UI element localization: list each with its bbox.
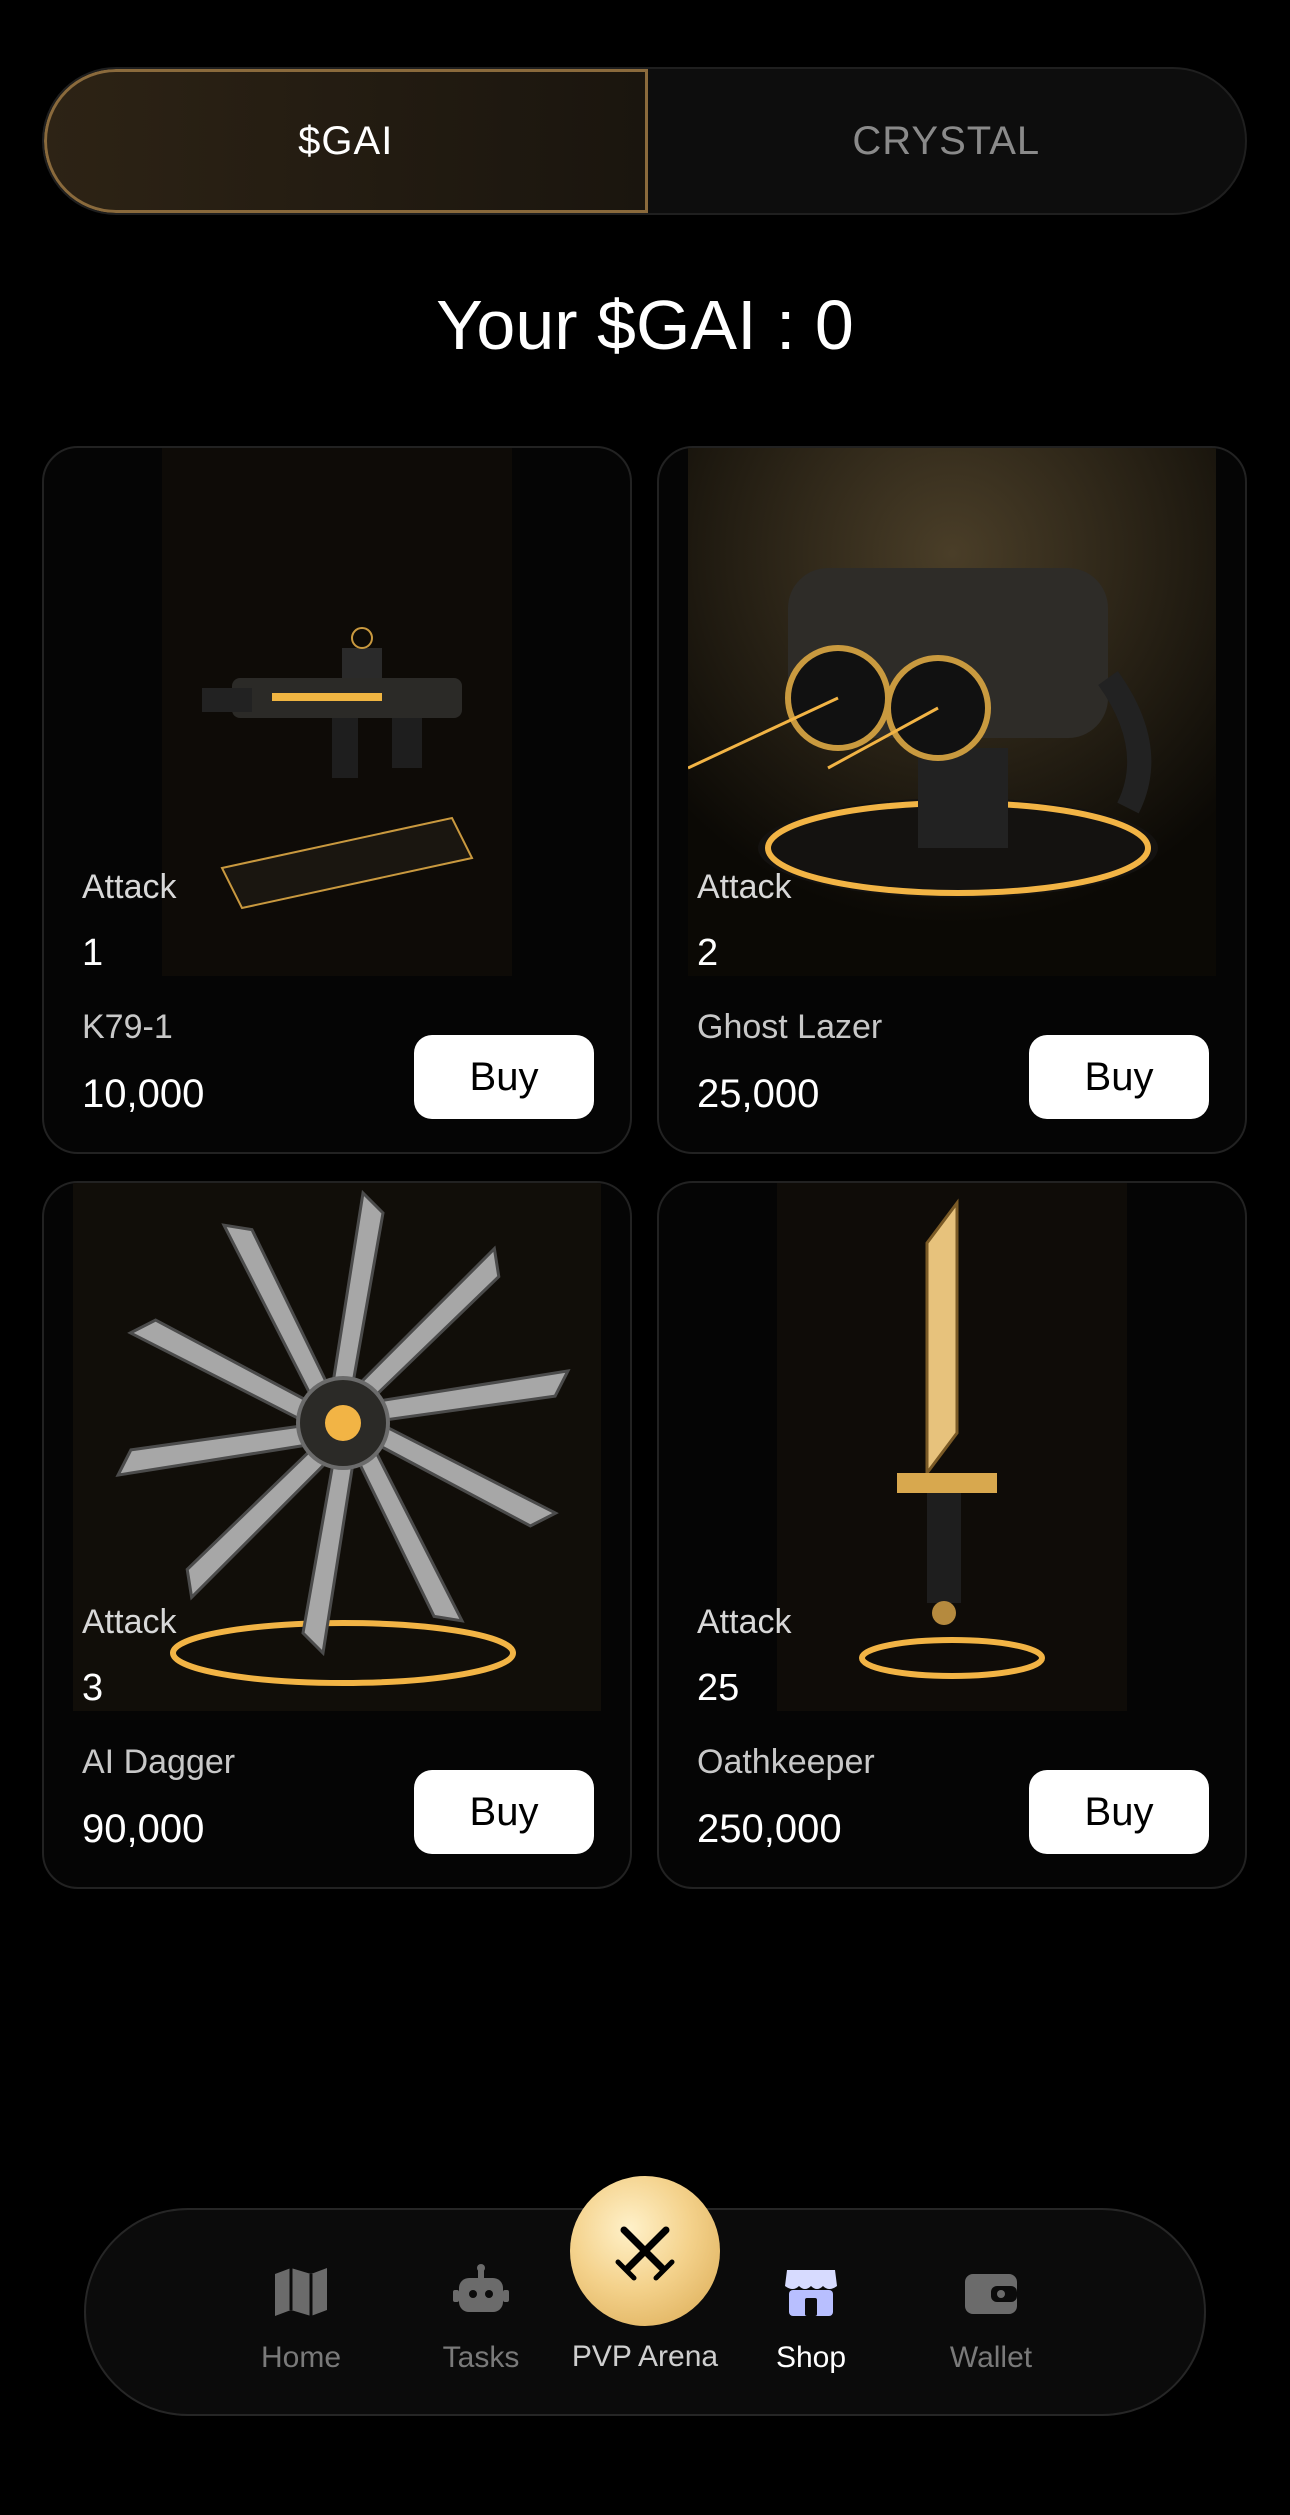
stat-label: Attack bbox=[697, 868, 792, 906]
store-icon bbox=[785, 2270, 837, 2316]
map-icon bbox=[275, 2268, 327, 2316]
tab-gai[interactable]: $GAI bbox=[44, 69, 648, 213]
buy-button[interactable]: Buy bbox=[1029, 1035, 1209, 1119]
nav-label: Wallet bbox=[949, 2341, 1033, 2374]
stat-label: Attack bbox=[82, 868, 177, 906]
shop-item-card: Attack 3 AI Dagger 90,000 Buy bbox=[42, 1181, 632, 1889]
stat-value: 25 bbox=[697, 1667, 740, 1709]
currency-tabs: $GAI CRYSTAL bbox=[42, 67, 1247, 215]
robot-icon bbox=[453, 2264, 509, 2312]
item-name: Ghost Lazer bbox=[697, 1008, 883, 1046]
item-price: 90,000 bbox=[82, 1807, 205, 1851]
pvp-arena-button[interactable] bbox=[570, 2176, 720, 2326]
stat-label: Attack bbox=[82, 1603, 177, 1641]
item-name: K79-1 bbox=[82, 1008, 173, 1046]
stat-value: 3 bbox=[82, 1667, 104, 1709]
nav-home[interactable]: Home bbox=[221, 2262, 381, 2375]
wallet-icon bbox=[965, 2274, 1017, 2314]
tab-crystal[interactable]: CRYSTAL bbox=[648, 69, 1246, 213]
nav-label-pvp-arena: PVP Arena bbox=[571, 2340, 719, 2373]
shop-item-card: Attack 1 K79-1 10,000 Buy bbox=[42, 446, 632, 1154]
balance-text: Your $GAI : 0 bbox=[436, 286, 854, 364]
stat-value: 2 bbox=[697, 932, 719, 974]
nav-shop[interactable]: Shop bbox=[731, 2262, 891, 2375]
nav-label: Home bbox=[260, 2341, 342, 2374]
nav-tasks[interactable]: Tasks bbox=[401, 2262, 561, 2375]
shop-item-card: Attack 25 Oathkeeper 250,000 Buy bbox=[657, 1181, 1247, 1889]
shop-item-card: Attack 2 Ghost Lazer 25,000 Buy bbox=[657, 446, 1247, 1154]
buy-button[interactable]: Buy bbox=[414, 1770, 594, 1854]
stat-value: 1 bbox=[82, 932, 104, 974]
item-price: 10,000 bbox=[82, 1072, 205, 1116]
item-name: Oathkeeper bbox=[697, 1743, 875, 1781]
crossed-swords-icon bbox=[615, 2226, 675, 2281]
buy-button[interactable]: Buy bbox=[1029, 1770, 1209, 1854]
nav-wallet[interactable]: Wallet bbox=[911, 2262, 1071, 2375]
buy-button[interactable]: Buy bbox=[414, 1035, 594, 1119]
item-price: 250,000 bbox=[697, 1807, 842, 1851]
stat-label: Attack bbox=[697, 1603, 792, 1641]
item-name: AI Dagger bbox=[82, 1743, 236, 1781]
nav-label: Shop bbox=[775, 2341, 847, 2374]
item-price: 25,000 bbox=[697, 1072, 820, 1116]
nav-label: Tasks bbox=[442, 2341, 520, 2374]
